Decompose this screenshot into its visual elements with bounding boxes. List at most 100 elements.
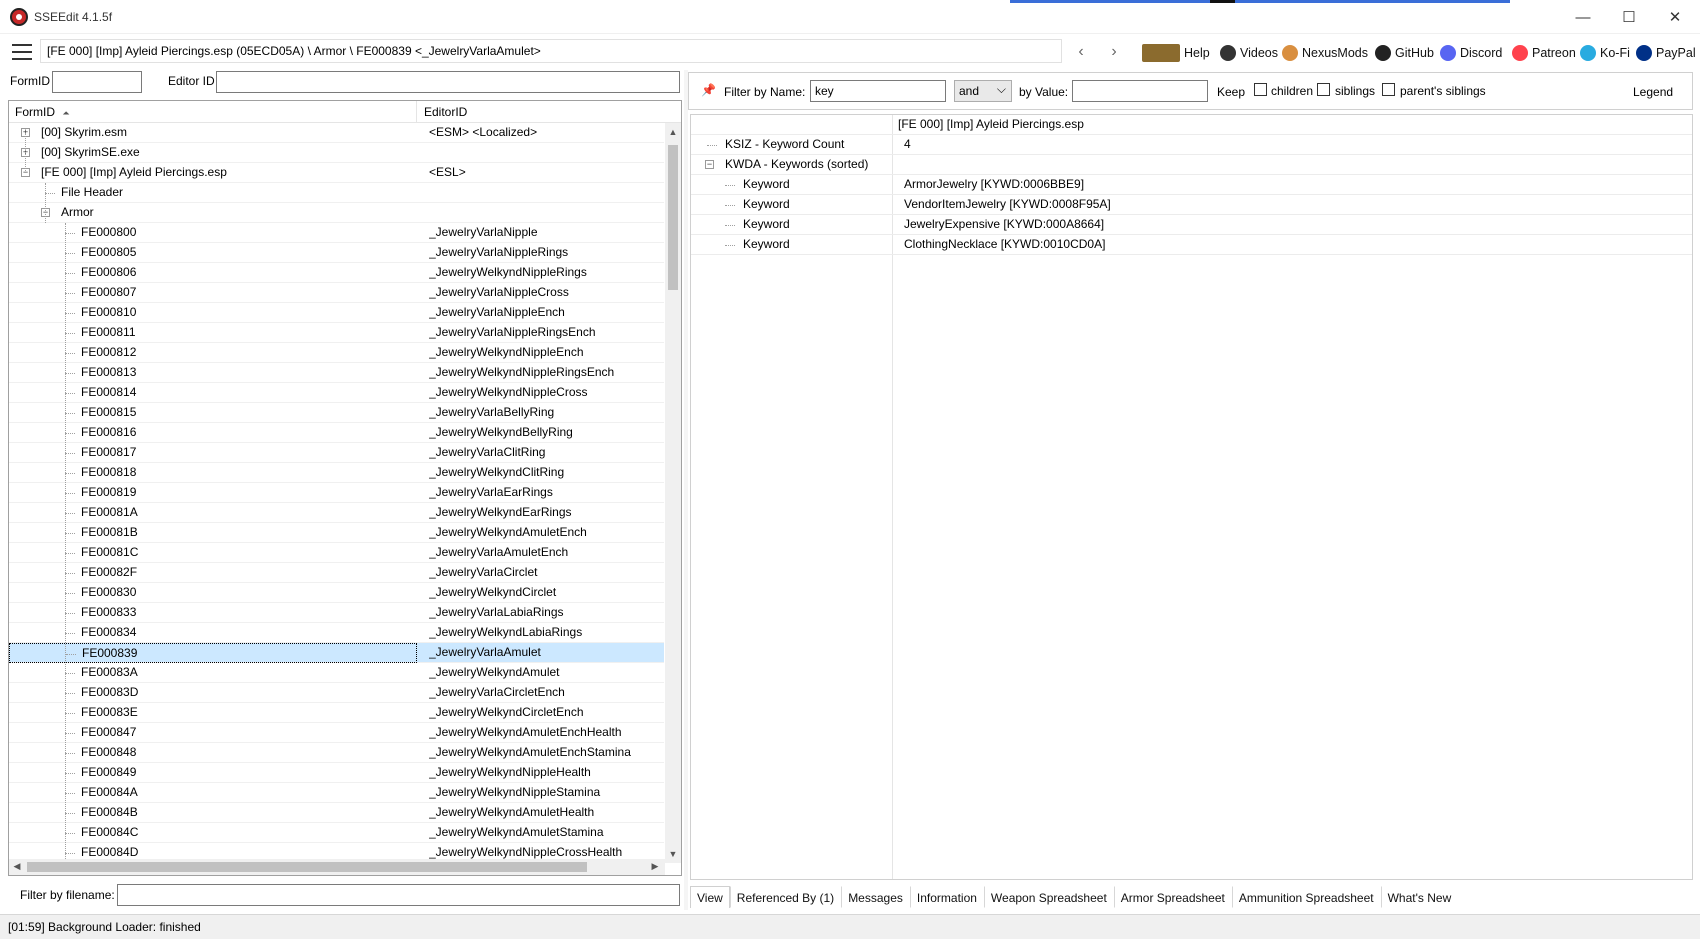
- tree-row[interactable]: FE000830 _JewelryWelkyndCirclet: [9, 583, 664, 603]
- tree-row-editorid: _JewelryWelkyndNippleRingsEnch: [429, 365, 615, 379]
- tree-row[interactable]: FE000817 _JewelryVarlaClitRing: [9, 443, 664, 463]
- formid-search-input[interactable]: [52, 71, 142, 93]
- tree-row[interactable]: FE000839 _JewelryVarlaAmulet: [9, 643, 664, 663]
- record-field-value: ArmorJewelry [KYWD:0006BBE9]: [904, 177, 1085, 191]
- tree-row[interactable]: FE00083E _JewelryWelkyndCircletEnch: [9, 703, 664, 723]
- paypal-link[interactable]: PayPal: [1636, 43, 1696, 63]
- tree-row-formid: FE000848: [81, 745, 137, 759]
- tree-horizontal-scrollbar[interactable]: ◀ ▶: [9, 859, 665, 875]
- paypal-icon: [1636, 45, 1652, 61]
- tree-row[interactable]: FE00082F _JewelryVarlaCirclet: [9, 563, 664, 583]
- minimize-button[interactable]: —: [1560, 0, 1606, 34]
- tab-ammunition-spreadsheet[interactable]: Ammunition Spreadsheet: [1231, 886, 1381, 908]
- nexusmods-link[interactable]: NexusMods: [1282, 43, 1368, 63]
- tab-messages[interactable]: Messages: [841, 886, 910, 908]
- tree-row-formid: FE000819: [81, 485, 137, 499]
- tree-row[interactable]: FE00081A _JewelryWelkyndEarRings: [9, 503, 664, 523]
- panel-splitter[interactable]: [684, 70, 688, 910]
- tree-row[interactable]: FE000810 _JewelryVarlaNippleEnch: [9, 303, 664, 323]
- tree-row[interactable]: − Armor: [9, 203, 664, 223]
- tree-row[interactable]: FE000800 _JewelryVarlaNipple: [9, 223, 664, 243]
- keep-parents-siblings-checkbox[interactable]: [1382, 83, 1395, 96]
- tree-row[interactable]: FE000814 _JewelryWelkyndNippleCross: [9, 383, 664, 403]
- column-header-editorid[interactable]: EditorID: [418, 101, 671, 123]
- tree-row-formid: FE00081B: [81, 525, 138, 539]
- kofi-link[interactable]: Ko-Fi: [1580, 43, 1630, 63]
- patreon-link[interactable]: Patreon: [1512, 43, 1576, 63]
- tree-row[interactable]: FE00084C _JewelryWelkyndAmuletStamina: [9, 823, 664, 843]
- record-row[interactable]: Keyword VendorItemJewelry [KYWD:0008F95A]: [691, 195, 1692, 215]
- record-row[interactable]: Keyword ClothingNecklace [KYWD:0010CD0A]: [691, 235, 1692, 255]
- tree-row-editorid: _JewelryVarlaCirclet: [429, 565, 538, 579]
- back-button[interactable]: ‹: [1071, 42, 1091, 62]
- tree-row[interactable]: FE000806 _JewelryWelkyndNippleRings: [9, 263, 664, 283]
- filter-operator-select[interactable]: and: [954, 80, 1012, 102]
- tree-row[interactable]: FE000812 _JewelryWelkyndNippleEnch: [9, 343, 664, 363]
- tree-row-editorid: _JewelryVarlaClitRing: [429, 445, 546, 459]
- legend-button[interactable]: Legend: [1633, 85, 1673, 99]
- tree-row-editorid: _JewelryVarlaNippleEnch: [429, 305, 565, 319]
- tree-row[interactable]: FE000833 _JewelryVarlaLabiaRings: [9, 603, 664, 623]
- forward-button[interactable]: ›: [1104, 42, 1124, 62]
- tab-information[interactable]: Information: [909, 886, 984, 908]
- tree-row-formid: FE00083E: [81, 705, 138, 719]
- tree-row[interactable]: FE000847 _JewelryWelkyndAmuletEnchHealth: [9, 723, 664, 743]
- maximize-button[interactable]: ☐: [1606, 0, 1652, 34]
- tree-row[interactable]: − [FE 000] [Imp] Ayleid Piercings.esp <ESL…: [9, 163, 664, 183]
- column-header-formid[interactable]: FormID ⏶: [9, 101, 417, 123]
- tree-row[interactable]: FE000819 _JewelryVarlaEarRings: [9, 483, 664, 503]
- tab-view[interactable]: View: [690, 886, 730, 908]
- tree-row[interactable]: FE000813 _JewelryWelkyndNippleRingsEnch: [9, 363, 664, 383]
- tree-hscroll-thumb[interactable]: [27, 862, 587, 872]
- tree-row[interactable]: + [00] SkyrimSE.exe: [9, 143, 664, 163]
- tree-row[interactable]: FE000815 _JewelryVarlaBellyRing: [9, 403, 664, 423]
- keep-children-checkbox[interactable]: [1254, 83, 1267, 96]
- nexusmods-icon: [1282, 45, 1298, 61]
- videos-link[interactable]: Videos: [1220, 43, 1278, 63]
- tree-row[interactable]: FE00081C _JewelryVarlaAmuletEnch: [9, 543, 664, 563]
- tree-row[interactable]: FE000849 _JewelryWelkyndNippleHealth: [9, 763, 664, 783]
- discord-link[interactable]: Discord: [1440, 43, 1502, 63]
- filter-filename-input[interactable]: [117, 884, 680, 906]
- tree-row[interactable]: FE000848 _JewelryWelkyndAmuletEnchStamina: [9, 743, 664, 763]
- keep-siblings-checkbox[interactable]: [1317, 83, 1330, 96]
- filter-value-input[interactable]: [1072, 80, 1208, 102]
- tree-row[interactable]: FE000805 _JewelryVarlaNippleRings: [9, 243, 664, 263]
- tree-row[interactable]: File Header: [9, 183, 664, 203]
- scroll-up-icon[interactable]: ▲: [665, 127, 681, 137]
- record-row[interactable]: Keyword ArmorJewelry [KYWD:0006BBE9]: [691, 175, 1692, 195]
- editorid-search-input[interactable]: [216, 71, 680, 93]
- github-link[interactable]: GitHub: [1375, 43, 1434, 63]
- tree-row[interactable]: + [00] Skyrim.esm <ESM> <Localized>: [9, 123, 664, 143]
- tree-vertical-scrollbar[interactable]: ▲ ▼: [665, 123, 681, 863]
- tab-whats-new[interactable]: What's New: [1380, 886, 1459, 908]
- tab-referenced-by[interactable]: Referenced By (1): [729, 886, 841, 908]
- record-row[interactable]: − KWDA - Keywords (sorted): [691, 155, 1692, 175]
- tree-row[interactable]: FE00083D _JewelryVarlaCircletEnch: [9, 683, 664, 703]
- help-link[interactable]: Help: [1142, 43, 1210, 63]
- record-row[interactable]: Keyword JewelryExpensive [KYWD:000A8664]: [691, 215, 1692, 235]
- tree-row[interactable]: FE000834 _JewelryWelkyndLabiaRings: [9, 623, 664, 643]
- filter-name-input[interactable]: key: [810, 80, 946, 102]
- tree-scroll-thumb[interactable]: [668, 145, 678, 290]
- tab-armor-spreadsheet[interactable]: Armor Spreadsheet: [1113, 886, 1232, 908]
- record-row[interactable]: KSIZ - Keyword Count 4: [691, 135, 1692, 155]
- close-button[interactable]: ✕: [1652, 0, 1698, 34]
- tree-row-formid: File Header: [61, 185, 124, 199]
- pin-icon[interactable]: 📌: [701, 83, 716, 97]
- tree-row[interactable]: FE00081B _JewelryWelkyndAmuletEnch: [9, 523, 664, 543]
- menu-icon[interactable]: [12, 44, 32, 60]
- scroll-right-icon[interactable]: ▶: [647, 861, 663, 872]
- scroll-down-icon[interactable]: ▼: [665, 849, 681, 859]
- collapse-icon[interactable]: −: [705, 160, 714, 169]
- scroll-left-icon[interactable]: ◀: [9, 861, 25, 872]
- tree-row[interactable]: FE000807 _JewelryVarlaNippleCross: [9, 283, 664, 303]
- tree-row[interactable]: FE000811 _JewelryVarlaNippleRingsEnch: [9, 323, 664, 343]
- record-path-field[interactable]: [FE 000] [Imp] Ayleid Piercings.esp (05E…: [40, 39, 1062, 63]
- tree-row[interactable]: FE00084A _JewelryWelkyndNippleStamina: [9, 783, 664, 803]
- tree-row[interactable]: FE00083A _JewelryWelkyndAmulet: [9, 663, 664, 683]
- tree-row[interactable]: FE000818 _JewelryWelkyndClitRing: [9, 463, 664, 483]
- tree-row[interactable]: FE00084B _JewelryWelkyndAmuletHealth: [9, 803, 664, 823]
- tree-row[interactable]: FE000816 _JewelryWelkyndBellyRing: [9, 423, 664, 443]
- tab-weapon-spreadsheet[interactable]: Weapon Spreadsheet: [983, 886, 1114, 908]
